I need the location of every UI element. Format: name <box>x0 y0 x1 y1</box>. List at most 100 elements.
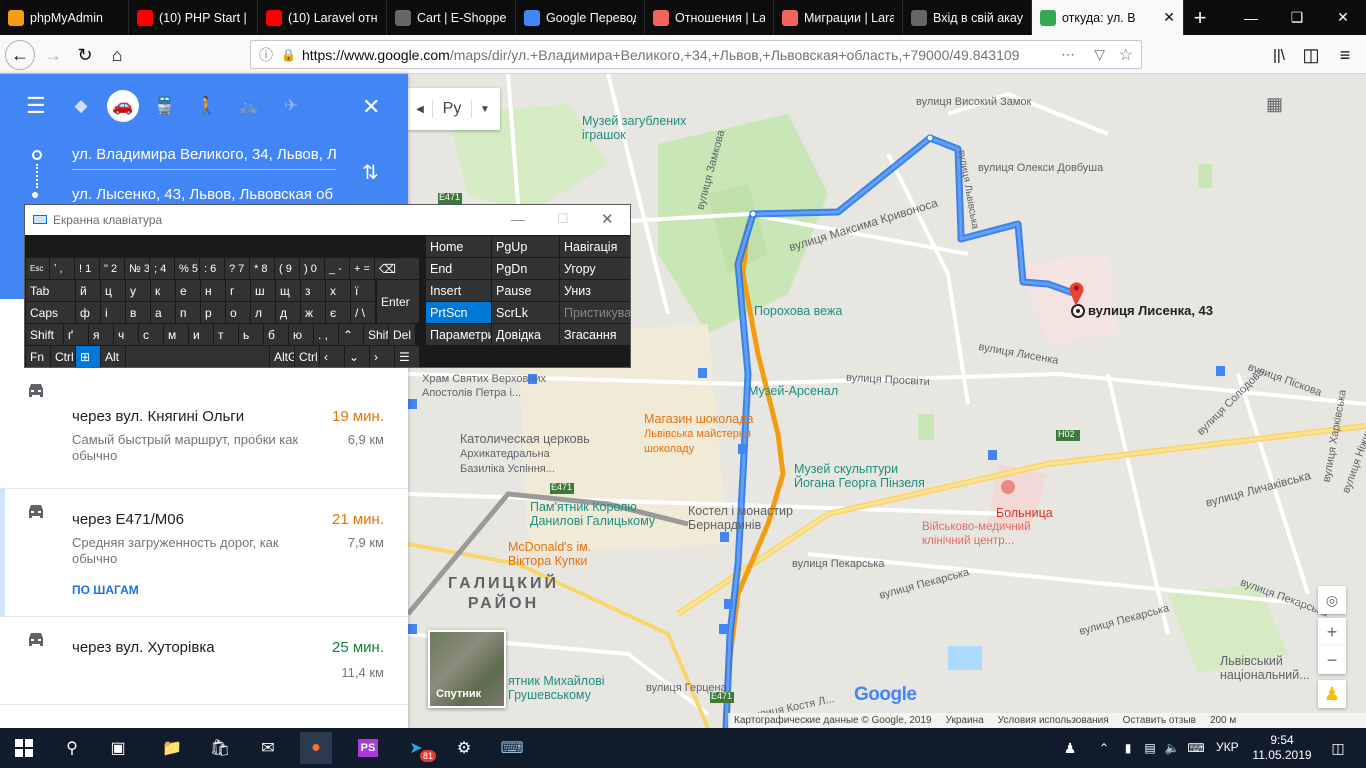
enter-key[interactable]: Enter <box>377 280 419 323</box>
keyboard-key[interactable]: в <box>126 302 150 323</box>
keyboard-key[interactable]: я <box>89 324 113 345</box>
browser-tab[interactable]: Миграции | Lara <box>774 0 903 35</box>
keyboard-key[interactable]: и <box>189 324 213 345</box>
keyboard-key[interactable]: % 5 <box>175 258 199 279</box>
home-button[interactable]: ⌂ <box>102 40 132 70</box>
url-text[interactable]: https://www.google.com/maps/dir/ул.+Влад… <box>302 47 1072 63</box>
settings-gear-icon[interactable]: ⚙ <box>448 732 480 764</box>
close-directions-icon[interactable]: ✕ <box>362 94 380 120</box>
keyboard-key[interactable]: " 2 <box>100 258 124 279</box>
keyboard-key[interactable]: у <box>126 280 150 301</box>
arrow-right-key[interactable]: › <box>370 346 394 367</box>
search-icon[interactable]: ⚲ <box>56 732 88 764</box>
minimize-button[interactable]: — <box>1228 0 1274 35</box>
keyboard-key[interactable]: р <box>201 302 225 323</box>
keyboard-key[interactable]: е <box>176 280 200 301</box>
zoom-out-button[interactable]: − <box>1318 646 1346 674</box>
satellite-toggle[interactable]: Спутник <box>428 630 506 708</box>
keyboard-key[interactable]: о <box>226 302 250 323</box>
back-button[interactable]: ← <box>5 40 35 70</box>
my-location-button[interactable]: ◎ <box>1318 586 1346 614</box>
chevron-down-icon[interactable]: ▼ <box>472 104 498 115</box>
car-mode-icon[interactable]: 🚗 <box>107 90 139 122</box>
keyboard-key[interactable]: : 6 <box>200 258 224 279</box>
browser-tab[interactable]: Google Перевод <box>516 0 645 35</box>
keyboard-key[interactable]: з <box>301 280 325 301</box>
keyboard-key[interactable]: х <box>326 280 350 301</box>
zoom-in-button[interactable]: + <box>1318 618 1346 646</box>
map-canvas[interactable]: вулиця Максима Кривоноса вулиця Олекси Д… <box>408 74 1366 728</box>
keyboard-key[interactable]: Pause <box>492 280 559 301</box>
keyboard-key[interactable]: Shift <box>26 324 63 345</box>
arrow-down-key[interactable]: ⌄ <box>345 346 369 367</box>
keyboard-key[interactable]: * 8 <box>250 258 274 279</box>
keyboard-key[interactable]: ( 9 <box>275 258 299 279</box>
keyboard-key[interactable]: ? 7 <box>225 258 249 279</box>
info-icon[interactable]: ⓘ <box>259 45 273 65</box>
keyboard-key[interactable]: г <box>226 280 250 301</box>
window-close-button[interactable]: ✕ <box>1320 0 1366 35</box>
keyboard-key[interactable]: End <box>426 258 491 279</box>
backspace-key[interactable]: ⌫ <box>375 258 419 279</box>
tab-close-icon[interactable]: ✕ <box>1163 9 1175 26</box>
browser-tab[interactable]: (10) Laravel отно <box>258 0 387 35</box>
telegram-icon[interactable]: ➤ 81 <box>400 732 436 764</box>
keyboard-key[interactable]: ) 0 <box>300 258 324 279</box>
firefox-icon[interactable]: ● <box>300 732 332 764</box>
map-terms-link[interactable]: Условия использования <box>998 715 1109 726</box>
library-icon[interactable]: ||\ <box>1264 40 1294 70</box>
keyboard-key[interactable]: Угору <box>560 258 630 279</box>
file-explorer-icon[interactable]: 📁 <box>156 732 188 764</box>
keyboard-key[interactable]: Caps <box>26 302 75 323</box>
browser-tab[interactable]: Отношения | La <box>645 0 774 35</box>
poi-hospital[interactable]: Больница <box>996 506 1053 520</box>
keyboard-minimize-button[interactable]: — <box>511 211 525 227</box>
keyboard-key[interactable]: т <box>214 324 238 345</box>
keyboard-key[interactable]: і <box>101 302 125 323</box>
store-icon[interactable]: 🛍 <box>204 732 236 764</box>
keyboard-key[interactable]: AltGr <box>270 346 294 367</box>
keyboard-key[interactable]: ! 1 <box>75 258 99 279</box>
flight-mode-icon[interactable]: ✈ <box>275 90 307 122</box>
keyboard-key[interactable]: ь <box>239 324 263 345</box>
bookmark-star-icon[interactable]: ☆ <box>1119 45 1133 65</box>
keyboard-key[interactable]: ScrLk <box>492 302 559 323</box>
menu-icon[interactable]: ≡ <box>1330 40 1360 70</box>
keyboard-key[interactable]: д <box>276 302 300 323</box>
route-option-3[interactable]: через вул. Хуторівка 25 мин. 11,4 км <box>0 617 408 705</box>
keyboard-key[interactable]: м <box>164 324 188 345</box>
mail-icon[interactable]: ✉ <box>252 732 284 764</box>
map-feedback-link[interactable]: Оставить отзыв <box>1123 715 1196 726</box>
swap-icon[interactable]: ⇅ <box>362 160 379 185</box>
keyboard-key[interactable]: б <box>264 324 288 345</box>
keyboard-key[interactable]: _ - <box>325 258 349 279</box>
poi-shokolad[interactable]: Магазин шоколада Львівська майстерня шоко… <box>644 412 753 456</box>
keyboard-key[interactable]: Tab <box>26 280 75 301</box>
keyboard-key[interactable]: к <box>151 280 175 301</box>
windows-start-icon[interactable] <box>8 732 40 764</box>
poi-hrushevskyi[interactable]: ятник Михайлові Грушевському <box>508 674 605 702</box>
keyboard-key[interactable]: ф <box>76 302 100 323</box>
best-mode-icon[interactable]: ◆ <box>65 90 97 122</box>
keyboard-key[interactable]: л <box>251 302 275 323</box>
keyboard-key[interactable]: Згасання <box>560 324 630 345</box>
route-option-1[interactable]: через вул. Княгині Ольги 19 мин. Самый б… <box>0 368 408 489</box>
arrow-left-key[interactable]: ‹ <box>320 346 344 367</box>
menu-key[interactable]: ☰ <box>395 346 419 367</box>
keyboard-key[interactable]: Alt <box>101 346 125 367</box>
input-language[interactable]: УКР <box>1216 740 1239 754</box>
browser-tab[interactable]: Вхід в свій акаунт <box>903 0 1032 35</box>
poi-apostoliv[interactable]: Храм Святих Верховних Апостолів Петра і.… <box>422 372 546 400</box>
keyboard-key[interactable]: ; 4 <box>150 258 174 279</box>
poi-pinzel[interactable]: Музей скульптури Йогана Георга Пінзеля <box>794 462 925 490</box>
new-tab-button[interactable]: + <box>1184 0 1216 35</box>
keyboard-key[interactable]: Униз <box>560 280 630 301</box>
restore-button[interactable]: ❏ <box>1274 0 1320 35</box>
keyboard-app-icon[interactable]: ⌨ <box>496 732 528 764</box>
poi-bernardyniv[interactable]: Костел і монастир Бернардинів <box>688 504 793 532</box>
map-country-link[interactable]: Украина <box>946 715 984 726</box>
walk-mode-icon[interactable]: 🚶 <box>191 90 223 122</box>
poi-katolicheska[interactable]: Католическая церковь Архикатедральна Бази… <box>460 432 590 476</box>
keyboard-key[interactable]: щ <box>276 280 300 301</box>
space-key[interactable] <box>126 346 269 367</box>
